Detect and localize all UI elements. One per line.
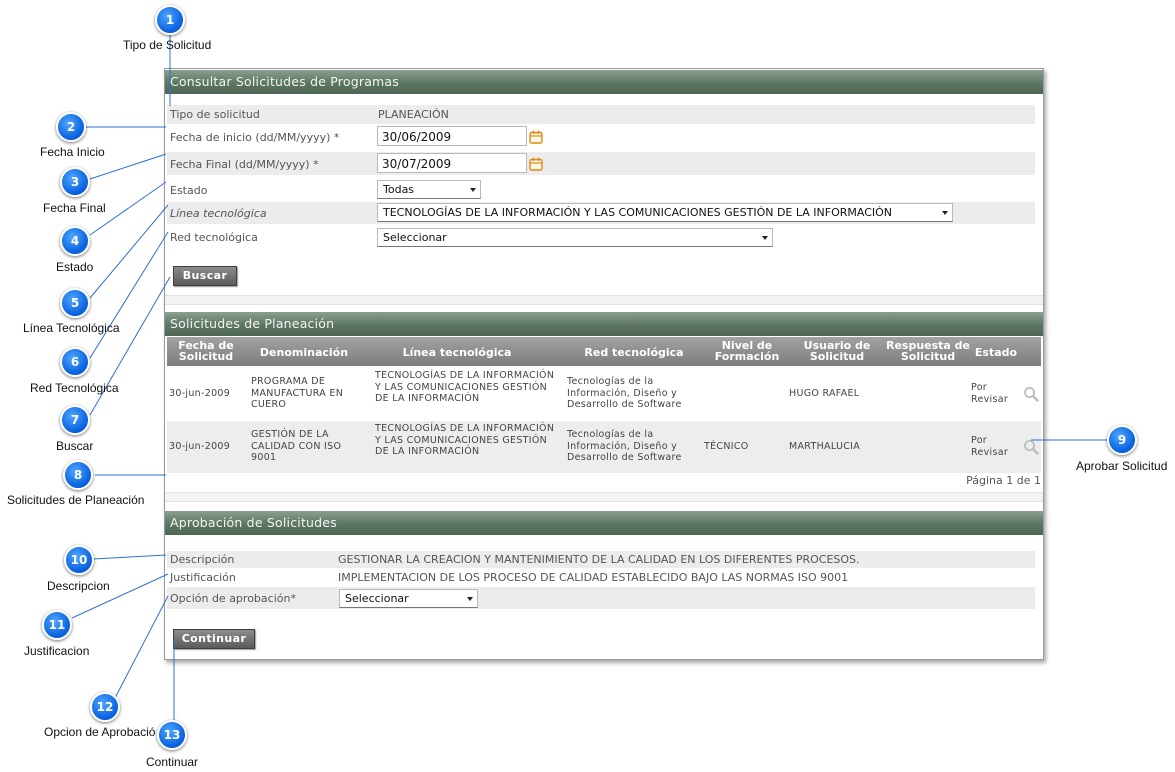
callout-badge: 12 — [90, 692, 120, 722]
callout-label: Red Tecnológica — [30, 381, 119, 395]
callout-badge: 6 — [60, 347, 90, 377]
callout-badge: 11 — [42, 610, 72, 640]
callout-label: Línea Tecnológica — [23, 321, 120, 335]
callout-lines — [71, 33, 1108, 722]
callout-label: Opcion de Aprobación — [44, 725, 156, 739]
callout-label: Descripcion — [47, 579, 110, 593]
callout-badge: 8 — [63, 460, 93, 490]
callout-label: Buscar — [56, 439, 94, 453]
callout-badge: 13 — [157, 720, 187, 750]
callout-label: Continuar — [146, 755, 199, 769]
callout-label: Justificacion — [24, 644, 90, 658]
callout-badge: 10 — [64, 545, 94, 575]
callout-label: Aprobar Solicitud — [1076, 459, 1168, 473]
callout-label: Fecha Inicio — [40, 145, 105, 159]
callout-badge: 7 — [60, 405, 90, 435]
callout-label: Fecha Final — [43, 201, 106, 215]
callout-badge: 3 — [60, 167, 90, 197]
callout-badge: 4 — [60, 226, 90, 256]
callout-badge: 2 — [56, 112, 86, 142]
callout-label: Tipo de Solicitud — [123, 38, 212, 52]
callout-badge: 5 — [60, 288, 90, 318]
callout-label: Solicitudes de Planeación — [7, 493, 145, 507]
callout-badge: 1 — [155, 5, 185, 35]
callout-badge: 9 — [1107, 425, 1137, 455]
callout-label: Estado — [56, 260, 94, 274]
